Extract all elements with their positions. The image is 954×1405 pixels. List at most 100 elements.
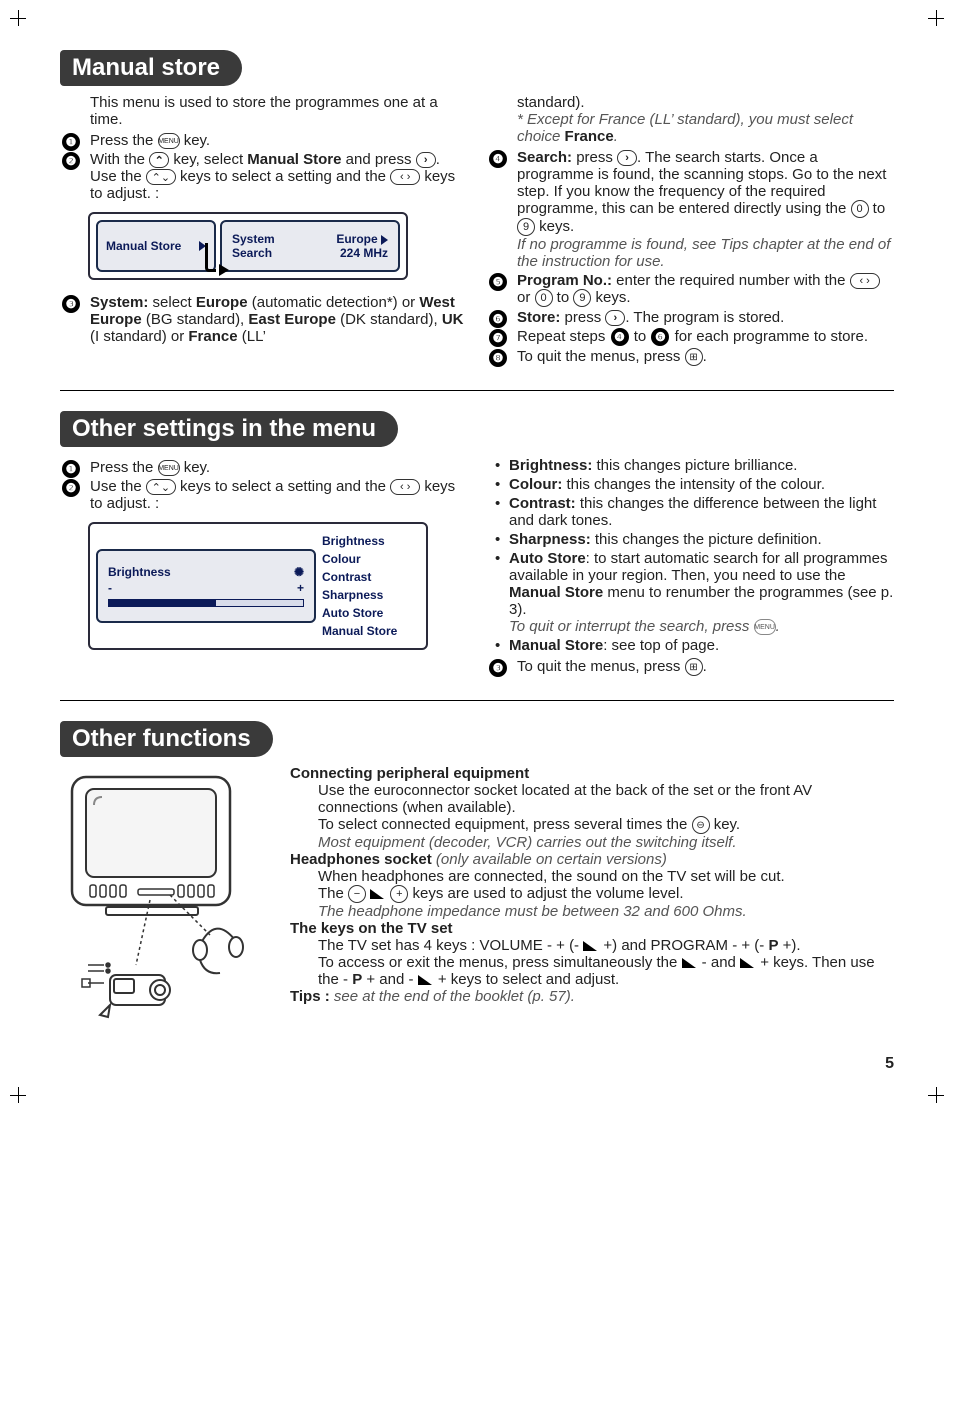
manual-store-label: Manual Store <box>247 151 341 168</box>
page-number: 5 <box>60 1055 894 1073</box>
text: key. <box>184 132 210 149</box>
label: P <box>352 971 362 988</box>
step-badge-8: ❽ <box>489 349 507 367</box>
text: To quit the menus, press <box>517 658 685 675</box>
volume-icon <box>370 889 386 899</box>
divider <box>60 700 894 701</box>
label: Manual Store <box>106 239 181 253</box>
label: Search: <box>517 149 572 166</box>
text: (automatic detection*) or <box>248 294 420 311</box>
minus-label: - <box>108 581 112 595</box>
label: Europe <box>196 294 248 311</box>
note: Most equipment (decoder, VCR) carries ou… <box>290 834 894 851</box>
text: . <box>614 128 618 145</box>
brightness-slider <box>108 599 304 607</box>
text: + keys to select and adjust. <box>434 971 620 988</box>
label: Auto Store <box>509 550 586 567</box>
note: To quit or interrupt the search, press <box>509 618 754 635</box>
menu-key-icon: MENU <box>158 133 180 149</box>
text: . <box>776 618 780 635</box>
value: 224 MHz <box>340 246 388 260</box>
step-2: ❷ Use the ⌃⌄ keys to select a setting an… <box>90 478 467 512</box>
value: Europe <box>336 232 377 246</box>
left-right-key-icon: ‹ › <box>390 169 420 185</box>
step-badge-7: ❼ <box>489 329 507 347</box>
source-key-icon: ⊖ <box>692 816 710 834</box>
settings-screenshot: Brightness ✺ - + Brightness Colour Contr… <box>88 522 428 650</box>
tv-svg-icon <box>60 765 260 1025</box>
text: and press <box>346 151 416 168</box>
text: The <box>318 885 348 902</box>
label: Tips : <box>290 988 330 1005</box>
text: To quit the menus, press <box>517 348 685 365</box>
divider <box>60 390 894 391</box>
text: : see top of page. <box>603 637 719 654</box>
menu-key-icon: MENU <box>754 619 776 635</box>
minus-key-icon: − <box>348 885 366 903</box>
up-down-key-icon: ⌃⌄ <box>146 169 176 185</box>
text: select <box>148 294 196 311</box>
text: to <box>630 328 651 345</box>
text: To select connected equipment, press sev… <box>318 816 692 833</box>
label: Brightness <box>108 565 171 579</box>
list-item: Brightness <box>322 532 418 550</box>
text: The − + keys are used to adjust the volu… <box>290 885 894 903</box>
step-badge-2: ❷ <box>62 479 80 497</box>
step-8: ❽ To quit the menus, press ⊞. <box>517 348 894 366</box>
arrow-indicator-icon <box>195 250 225 280</box>
step-badge-1: ❶ <box>62 460 80 478</box>
text: press <box>572 149 617 166</box>
text: . <box>703 658 707 675</box>
intro-text: This menu is used to store the programme… <box>60 94 467 128</box>
step-5: ❺ Program No.: enter the required number… <box>517 272 894 307</box>
label: Contrast: <box>509 495 576 512</box>
label: Search <box>232 246 272 260</box>
step-1: ❶ Press the MENU key. <box>90 459 467 476</box>
menu-key-icon: MENU <box>158 460 180 476</box>
plus-key-icon: + <box>390 885 408 903</box>
text: key, select <box>173 151 247 168</box>
screenshot-right-pane: SystemEurope Search224 MHz <box>220 220 400 272</box>
text: To access or exit the menus, press simul… <box>290 954 894 988</box>
text: or <box>517 289 535 306</box>
text: to <box>869 200 886 217</box>
left-right-key-icon: ‹ › <box>850 273 880 289</box>
text: (BG standard), <box>142 311 249 328</box>
step-3: ❸ To quit the menus, press ⊞. <box>517 658 894 676</box>
list-item: Auto Store <box>322 604 418 622</box>
step-7: ❼ Repeat steps ❹ to ❻ for each programme… <box>517 328 894 346</box>
up-down-key-icon: ⌃⌄ <box>146 479 176 495</box>
text: standard). <box>487 94 894 111</box>
list-item: Manual Store <box>322 622 418 640</box>
note: (only available on certain versions) <box>432 851 667 868</box>
step-6: ❻ Store: press ›. The program is stored. <box>517 309 894 326</box>
plus-label: + <box>297 581 304 595</box>
label: Manual Store <box>509 584 603 601</box>
label: System: <box>90 294 148 311</box>
up-key-icon: ⌃ <box>149 152 169 168</box>
step-badge-2: ❷ <box>62 152 80 170</box>
digit-9-key-icon: 9 <box>517 218 535 236</box>
heading-other-functions: Other functions <box>60 721 273 757</box>
tv-illustration <box>60 765 260 1025</box>
text: . The program is stored. <box>625 309 784 326</box>
footnote: * Except for France (LL’ standard), you … <box>487 111 894 145</box>
right-key-icon: › <box>416 152 436 168</box>
text: keys. <box>591 289 630 306</box>
label: Program No.: <box>517 272 612 289</box>
screenshot-left-pane: Brightness ✺ - + <box>96 549 316 623</box>
text: Press the <box>90 132 158 149</box>
label: P <box>768 937 778 954</box>
bullet-auto-store: Auto Store: to start automatic search fo… <box>499 550 894 635</box>
step-2: ❷ With the ⌃ key, select Manual Store an… <box>90 151 467 202</box>
label: Sharpness: <box>509 531 591 548</box>
label: France <box>188 328 237 345</box>
note: If no programme is found, see Tips chapt… <box>517 236 894 270</box>
digit-9-key-icon: 9 <box>573 289 591 307</box>
label: France <box>565 128 614 145</box>
text: press <box>560 309 605 326</box>
text: key. <box>710 816 741 833</box>
text: key. <box>180 459 211 476</box>
bullet-sharpness: Sharpness: this changes the picture defi… <box>499 531 894 548</box>
text: keys. <box>535 218 574 235</box>
